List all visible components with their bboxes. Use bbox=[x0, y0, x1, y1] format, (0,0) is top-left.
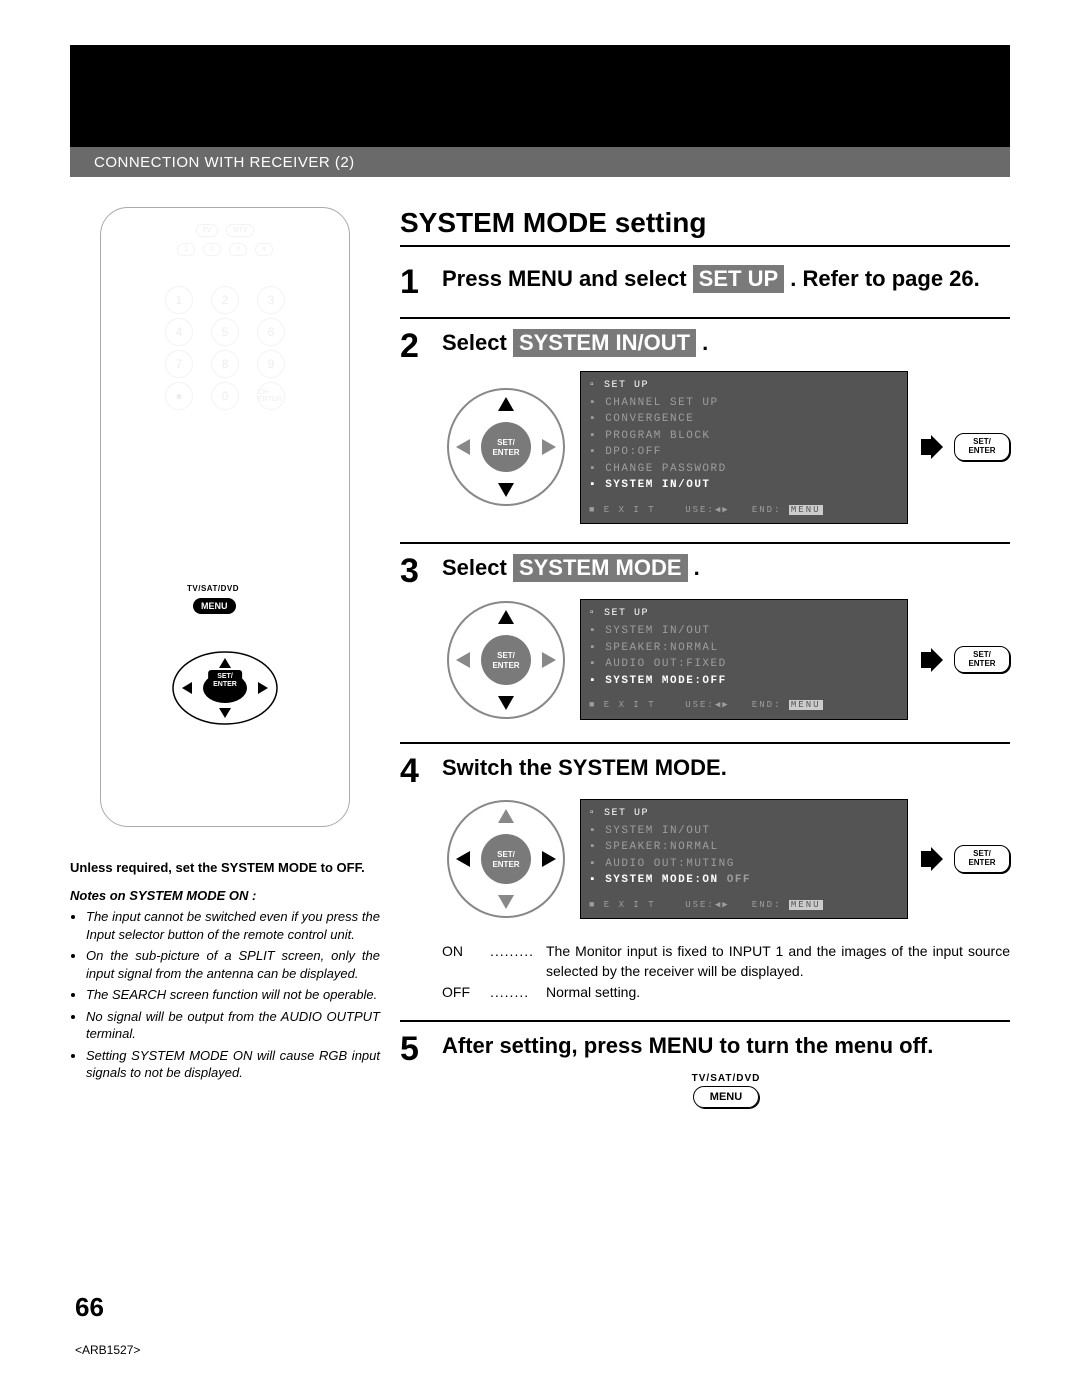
remote-menu-category: TV/SAT/DVD bbox=[187, 584, 239, 593]
system-in-out-chip: SYSTEM IN/OUT bbox=[513, 329, 696, 357]
notes-block: Unless required, set the SYSTEM MODE to … bbox=[70, 859, 380, 1082]
svg-text:ENTER: ENTER bbox=[492, 860, 519, 869]
page-header: CONNECTION WITH RECEIVER (2) bbox=[70, 45, 1010, 177]
step-2: 2 Select SYSTEM IN/OUT . SET/ENTER ▫ SET… bbox=[400, 319, 1010, 544]
step-3: 3 Select SYSTEM MODE . SET/ENTER ▫ SET U… bbox=[400, 544, 1010, 744]
arrow-right-icon bbox=[918, 648, 944, 672]
step-1: 1 Press MENU and select SET UP . Refer t… bbox=[400, 255, 1010, 319]
off-description: Normal setting. bbox=[546, 982, 1010, 1002]
notes-list: The input cannot be switched even if you… bbox=[70, 908, 380, 1082]
step-heading: Press MENU and select SET UP . Refer to … bbox=[442, 265, 1010, 293]
step-number: 1 bbox=[400, 265, 436, 299]
header-subtitle: CONNECTION WITH RECEIVER (2) bbox=[94, 154, 355, 171]
remote-set-enter: SET/ENTER bbox=[208, 670, 242, 691]
svg-text:SET/: SET/ bbox=[497, 438, 516, 447]
set-enter-button-illus: SET/ ENTER bbox=[954, 646, 1010, 674]
notes-item: Setting SYSTEM MODE ON will cause RGB in… bbox=[86, 1047, 380, 1082]
on-description: The Monitor input is fixed to INPUT 1 an… bbox=[546, 941, 1010, 982]
page-footer: 66 <ARB1527> bbox=[75, 1292, 140, 1357]
step-heading: Switch the SYSTEM MODE. bbox=[442, 754, 1010, 782]
notes-item: The SEARCH screen function will not be o… bbox=[86, 986, 380, 1004]
off-label: OFF bbox=[442, 982, 490, 1002]
set-enter-button-illus: SET/ ENTER bbox=[954, 433, 1010, 461]
step-4: 4 Switch the SYSTEM MODE. SET/ENTER ▫ SE… bbox=[400, 744, 1010, 1022]
section-title: SYSTEM MODE setting bbox=[400, 207, 1010, 247]
osd-screen-setup: ▫ SET UP ▪ CHANNEL SET UP ▪ CONVERGENCE … bbox=[580, 371, 908, 525]
menu-button-illustration: TV/SAT/DVD MENU bbox=[442, 1073, 1010, 1108]
system-mode-chip: SYSTEM MODE bbox=[513, 554, 688, 582]
on-label: ON bbox=[442, 941, 490, 982]
svg-text:ENTER: ENTER bbox=[492, 448, 519, 457]
dpad-icon: SET/ENTER bbox=[442, 383, 570, 511]
step-heading: After setting, press MENU to turn the me… bbox=[442, 1032, 1010, 1060]
step-number: 4 bbox=[400, 754, 436, 1002]
svg-text:ENTER: ENTER bbox=[492, 661, 519, 670]
step-heading: Select SYSTEM IN/OUT . bbox=[442, 329, 1010, 357]
step-number: 5 bbox=[400, 1032, 436, 1109]
dpad-icon: SET/ENTER bbox=[442, 596, 570, 724]
notes-item: On the sub-picture of a SPLIT screen, on… bbox=[86, 947, 380, 982]
remote-control-illustration: TVDTV 1234 123 456 789 ●0CH ENTER TV/ bbox=[100, 207, 350, 827]
osd-screen-system-mode: ▫ SET UP ▪ SYSTEM IN/OUT ▪ SPEAKER:NORMA… bbox=[580, 799, 908, 920]
page-code: <ARB1527> bbox=[75, 1343, 140, 1357]
step-heading: Select SYSTEM MODE . bbox=[442, 554, 1010, 582]
setup-chip: SET UP bbox=[693, 265, 784, 293]
step-number: 2 bbox=[400, 329, 436, 524]
notes-lead: Unless required, set the SYSTEM MODE to … bbox=[70, 859, 380, 877]
set-enter-button-illus: SET/ ENTER bbox=[954, 845, 1010, 873]
remote-menu-button: MENU bbox=[193, 598, 236, 614]
on-off-explanation: ON ......... The Monitor input is fixed … bbox=[442, 941, 1010, 1002]
svg-text:SET/: SET/ bbox=[497, 651, 516, 660]
menu-button-category: TV/SAT/DVD bbox=[442, 1073, 1010, 1084]
arrow-right-icon bbox=[918, 847, 944, 871]
step-5: 5 After setting, press MENU to turn the … bbox=[400, 1022, 1010, 1127]
arrow-right-icon bbox=[918, 435, 944, 459]
notes-item: No signal will be output from the AUDIO … bbox=[86, 1008, 380, 1043]
dpad-icon: SET/ENTER bbox=[442, 795, 570, 923]
page-number: 66 bbox=[75, 1292, 140, 1323]
svg-text:SET/: SET/ bbox=[497, 850, 516, 859]
step-number: 3 bbox=[400, 554, 436, 724]
menu-button: MENU bbox=[693, 1086, 759, 1108]
notes-title: Notes on SYSTEM MODE ON : bbox=[70, 887, 380, 905]
osd-screen-system-in-out: ▫ SET UP ▪ SYSTEM IN/OUT ▪ SPEAKER:NORMA… bbox=[580, 599, 908, 720]
notes-item: The input cannot be switched even if you… bbox=[86, 908, 380, 943]
